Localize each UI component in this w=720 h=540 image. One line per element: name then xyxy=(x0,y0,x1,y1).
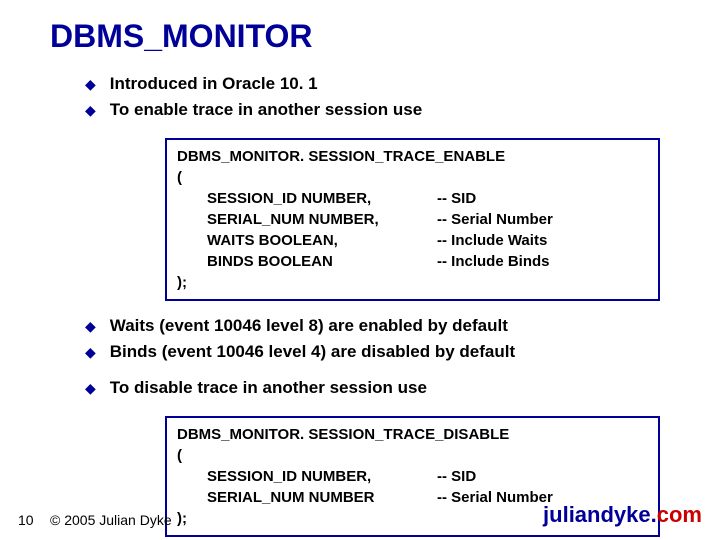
code-comment: -- Serial Number xyxy=(437,209,553,230)
bullet-text: To enable trace in another session use xyxy=(110,99,422,122)
bullet-item: ◆ Waits (event 10046 level 8) are enable… xyxy=(50,315,690,338)
diamond-bullet-icon: ◆ xyxy=(85,380,96,397)
diamond-bullet-icon: ◆ xyxy=(85,318,96,335)
diamond-bullet-icon: ◆ xyxy=(85,102,96,119)
code-comment: -- Include Binds xyxy=(437,251,550,272)
code-row: BINDS BOOLEAN -- Include Binds xyxy=(177,251,648,272)
code-line: ( xyxy=(177,167,648,188)
code-line: ( xyxy=(177,445,648,466)
diamond-bullet-icon: ◆ xyxy=(85,344,96,361)
bullet-text: Introduced in Oracle 10. 1 xyxy=(110,73,318,96)
code-box-enable: DBMS_MONITOR. SESSION_TRACE_ENABLE ( SES… xyxy=(165,138,660,301)
code-row: SERIAL_NUM NUMBER, -- Serial Number xyxy=(177,209,648,230)
footer: 10 © 2005 Julian Dyke juliandyke.com xyxy=(0,502,720,528)
slide-title: DBMS_MONITOR xyxy=(50,18,690,55)
code-line: DBMS_MONITOR. SESSION_TRACE_DISABLE xyxy=(177,424,648,445)
code-line: DBMS_MONITOR. SESSION_TRACE_ENABLE xyxy=(177,146,648,167)
site-main: juliandyke. xyxy=(543,502,657,527)
code-row: WAITS BOOLEAN, -- Include Waits xyxy=(177,230,648,251)
site-url: juliandyke.com xyxy=(543,502,702,528)
code-row: SESSION_ID NUMBER, -- SID xyxy=(177,188,648,209)
bullet-item: ◆ Introduced in Oracle 10. 1 xyxy=(50,73,690,96)
code-line: ); xyxy=(177,272,648,293)
code-comment: -- SID xyxy=(437,188,476,209)
code-row: SESSION_ID NUMBER, -- SID xyxy=(177,466,648,487)
bullet-text: To disable trace in another session use xyxy=(110,377,427,400)
code-param: WAITS BOOLEAN, xyxy=(207,230,437,251)
code-param: SERIAL_NUM NUMBER, xyxy=(207,209,437,230)
code-param: SESSION_ID NUMBER, xyxy=(207,188,437,209)
copyright-text: © 2005 Julian Dyke xyxy=(50,512,543,528)
bullet-item: ◆ Binds (event 10046 level 4) are disabl… xyxy=(50,341,690,364)
code-comment: -- Include Waits xyxy=(437,230,547,251)
code-comment: -- SID xyxy=(437,466,476,487)
bullet-text: Waits (event 10046 level 8) are enabled … xyxy=(110,315,508,338)
page-number: 10 xyxy=(18,512,50,528)
bullet-item: ◆ To enable trace in another session use xyxy=(50,99,690,122)
code-param: BINDS BOOLEAN xyxy=(207,251,437,272)
bullet-item: ◆ To disable trace in another session us… xyxy=(50,377,690,400)
diamond-bullet-icon: ◆ xyxy=(85,76,96,93)
bullet-text: Binds (event 10046 level 4) are disabled… xyxy=(110,341,515,364)
spacer xyxy=(50,367,690,377)
code-param: SESSION_ID NUMBER, xyxy=(207,466,437,487)
slide: DBMS_MONITOR ◆ Introduced in Oracle 10. … xyxy=(0,0,720,540)
site-tld: com xyxy=(657,502,702,527)
